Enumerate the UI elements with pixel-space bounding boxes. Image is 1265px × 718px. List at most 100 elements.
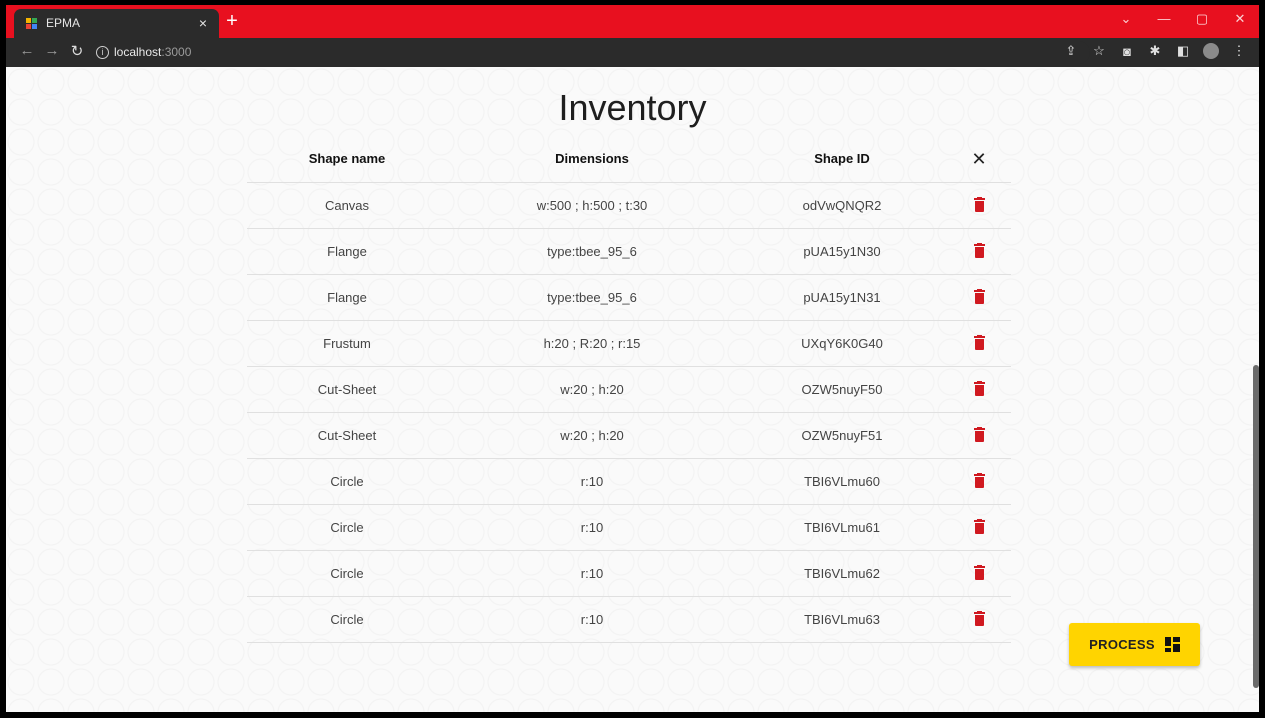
trash-icon xyxy=(973,473,985,489)
url-port: :3000 xyxy=(161,45,192,59)
share-icon[interactable]: ⇪ xyxy=(1063,43,1079,59)
table-row: Cut-Sheet w:20 ; h:20 OZW5nuyF51 xyxy=(247,412,1011,458)
shape-id-cell: TBI6VLmu62 xyxy=(804,566,880,581)
dimensions-cell: r:10 xyxy=(580,520,604,535)
trash-icon xyxy=(973,335,985,351)
browser-window: EPMA × + ⌄ — ▢ ✕ ← → ↻ i localhost:3000 … xyxy=(6,5,1259,712)
shape-id-cell: TBI6VLmu61 xyxy=(804,520,880,535)
side-panel-icon[interactable]: ◧ xyxy=(1175,43,1191,59)
bookmark-star-icon[interactable]: ☆ xyxy=(1091,43,1107,59)
process-button[interactable]: PROCESS xyxy=(1069,623,1200,666)
process-button-label: PROCESS xyxy=(1089,637,1155,652)
trash-icon xyxy=(973,565,985,581)
trash-icon xyxy=(973,519,985,535)
menu-icon[interactable]: ⋮ xyxy=(1231,43,1247,59)
trash-icon xyxy=(973,381,985,397)
back-icon[interactable]: ← xyxy=(18,42,36,59)
trash-icon xyxy=(973,427,985,443)
shape-name-cell: Cut-Sheet xyxy=(317,382,377,397)
delete-button[interactable] xyxy=(959,367,999,412)
delete-button[interactable] xyxy=(959,275,999,320)
inventory-table: Shape name Dimensions Shape ID ✕ Canvas w… xyxy=(247,137,1011,643)
delete-button[interactable] xyxy=(959,459,999,504)
close-window-icon[interactable]: ✕ xyxy=(1231,11,1249,27)
shape-id-cell: TBI6VLmu60 xyxy=(804,474,880,489)
page-title: Inventory xyxy=(558,87,707,128)
tab-close-icon[interactable]: × xyxy=(194,14,212,32)
address-bar[interactable]: i localhost:3000 xyxy=(90,41,1090,64)
page-scrollbar[interactable] xyxy=(1253,365,1259,688)
shape-name-cell: Circle xyxy=(330,520,364,535)
tab-search-icon[interactable]: ⌄ xyxy=(1117,11,1135,27)
dimensions-cell: w:20 ; h:20 xyxy=(560,382,624,397)
site-info-icon[interactable]: i xyxy=(96,46,109,59)
tab-title: EPMA xyxy=(46,16,81,30)
shape-name-cell: Frustum xyxy=(323,336,371,351)
shape-id-cell: OZW5nuyF50 xyxy=(801,382,883,397)
table-row: Flange type:tbee_95_6 pUA15y1N31 xyxy=(247,274,1011,320)
shape-id-cell: TBI6VLmu63 xyxy=(804,612,880,627)
dashboard-icon xyxy=(1164,637,1180,652)
new-tab-icon[interactable]: + xyxy=(220,9,244,33)
restore-icon[interactable]: ▢ xyxy=(1193,11,1211,27)
window-controls: ⌄ — ▢ ✕ xyxy=(1117,11,1249,27)
delete-button[interactable] xyxy=(959,321,999,366)
column-header-shape-name: Shape name xyxy=(308,151,386,166)
shape-name-cell: Cut-Sheet xyxy=(317,428,377,443)
dimensions-cell: type:tbee_95_6 xyxy=(547,290,637,305)
shape-id-cell: UXqY6K0G40 xyxy=(801,336,883,351)
dimensions-cell: r:10 xyxy=(580,566,604,581)
delete-button[interactable] xyxy=(959,551,999,596)
shape-id-cell: pUA15y1N31 xyxy=(803,290,881,305)
reload-icon[interactable]: ↻ xyxy=(68,42,86,60)
delete-button[interactable] xyxy=(959,505,999,550)
column-header-dimensions: Dimensions xyxy=(555,151,629,166)
delete-button[interactable] xyxy=(959,597,999,642)
tab-strip: EPMA × + ⌄ — ▢ ✕ xyxy=(6,5,1259,38)
toolbar-icons: ⇪ ☆ ◙ ✱ ◧ ⋮ xyxy=(1063,43,1247,59)
shape-name-cell: Flange xyxy=(327,244,367,259)
extensions-icon[interactable]: ✱ xyxy=(1147,43,1163,59)
delete-button[interactable] xyxy=(959,229,999,274)
app-favicon-icon xyxy=(26,18,38,30)
dimensions-cell: w:20 ; h:20 xyxy=(560,428,624,443)
page-content: Inventory Shape name Dimensions Shape ID… xyxy=(6,67,1259,712)
table-row: Flange type:tbee_95_6 pUA15y1N30 xyxy=(247,228,1011,274)
delete-button[interactable] xyxy=(959,183,999,228)
table-row: Circle r:10 TBI6VLmu61 xyxy=(247,504,1011,550)
shape-name-cell: Circle xyxy=(330,612,364,627)
column-header-shape-id: Shape ID xyxy=(814,151,870,166)
dimensions-cell: r:10 xyxy=(580,474,604,489)
camera-icon[interactable]: ◙ xyxy=(1119,44,1135,59)
dimensions-cell: r:10 xyxy=(580,612,604,627)
shape-name-cell: Circle xyxy=(330,474,364,489)
shape-id-cell: OZW5nuyF51 xyxy=(801,428,883,443)
minimize-icon[interactable]: — xyxy=(1155,11,1173,27)
table-body: Canvas w:500 ; h:500 ; t:30 odVwQNQR2 Flang… xyxy=(247,182,1011,643)
shape-name-cell: Canvas xyxy=(324,198,370,213)
delete-button[interactable] xyxy=(959,413,999,458)
trash-icon xyxy=(973,611,985,627)
shape-name-cell: Flange xyxy=(327,290,367,305)
trash-icon xyxy=(973,289,985,305)
table-row: Frustum h:20 ; R:20 ; r:15 UXqY6K0G40 xyxy=(247,320,1011,366)
url-host: localhost xyxy=(114,45,162,59)
clear-all-button[interactable]: ✕ xyxy=(959,137,999,182)
shape-id-cell: pUA15y1N30 xyxy=(803,244,881,259)
url-text: localhost:3000 xyxy=(114,45,191,59)
table-row: Cut-Sheet w:20 ; h:20 OZW5nuyF50 xyxy=(247,366,1011,412)
forward-icon[interactable]: → xyxy=(43,42,61,59)
profile-avatar[interactable] xyxy=(1203,43,1219,59)
dimensions-cell: h:20 ; R:20 ; r:15 xyxy=(543,336,641,351)
browser-toolbar: ← → ↻ i localhost:3000 ⇪ ☆ ◙ ✱ ◧ ⋮ xyxy=(6,38,1259,67)
close-icon: ✕ xyxy=(971,149,987,169)
table-row: Circle r:10 TBI6VLmu63 xyxy=(247,596,1011,643)
table-row: Canvas w:500 ; h:500 ; t:30 odVwQNQR2 xyxy=(247,182,1011,228)
shape-name-cell: Circle xyxy=(330,566,364,581)
trash-icon xyxy=(973,243,985,259)
table-row: Circle r:10 TBI6VLmu60 xyxy=(247,458,1011,504)
dimensions-cell: w:500 ; h:500 ; t:30 xyxy=(536,198,648,213)
tab-epma[interactable]: EPMA × xyxy=(14,9,219,38)
shape-id-cell: odVwQNQR2 xyxy=(802,198,882,213)
trash-icon xyxy=(973,197,985,213)
